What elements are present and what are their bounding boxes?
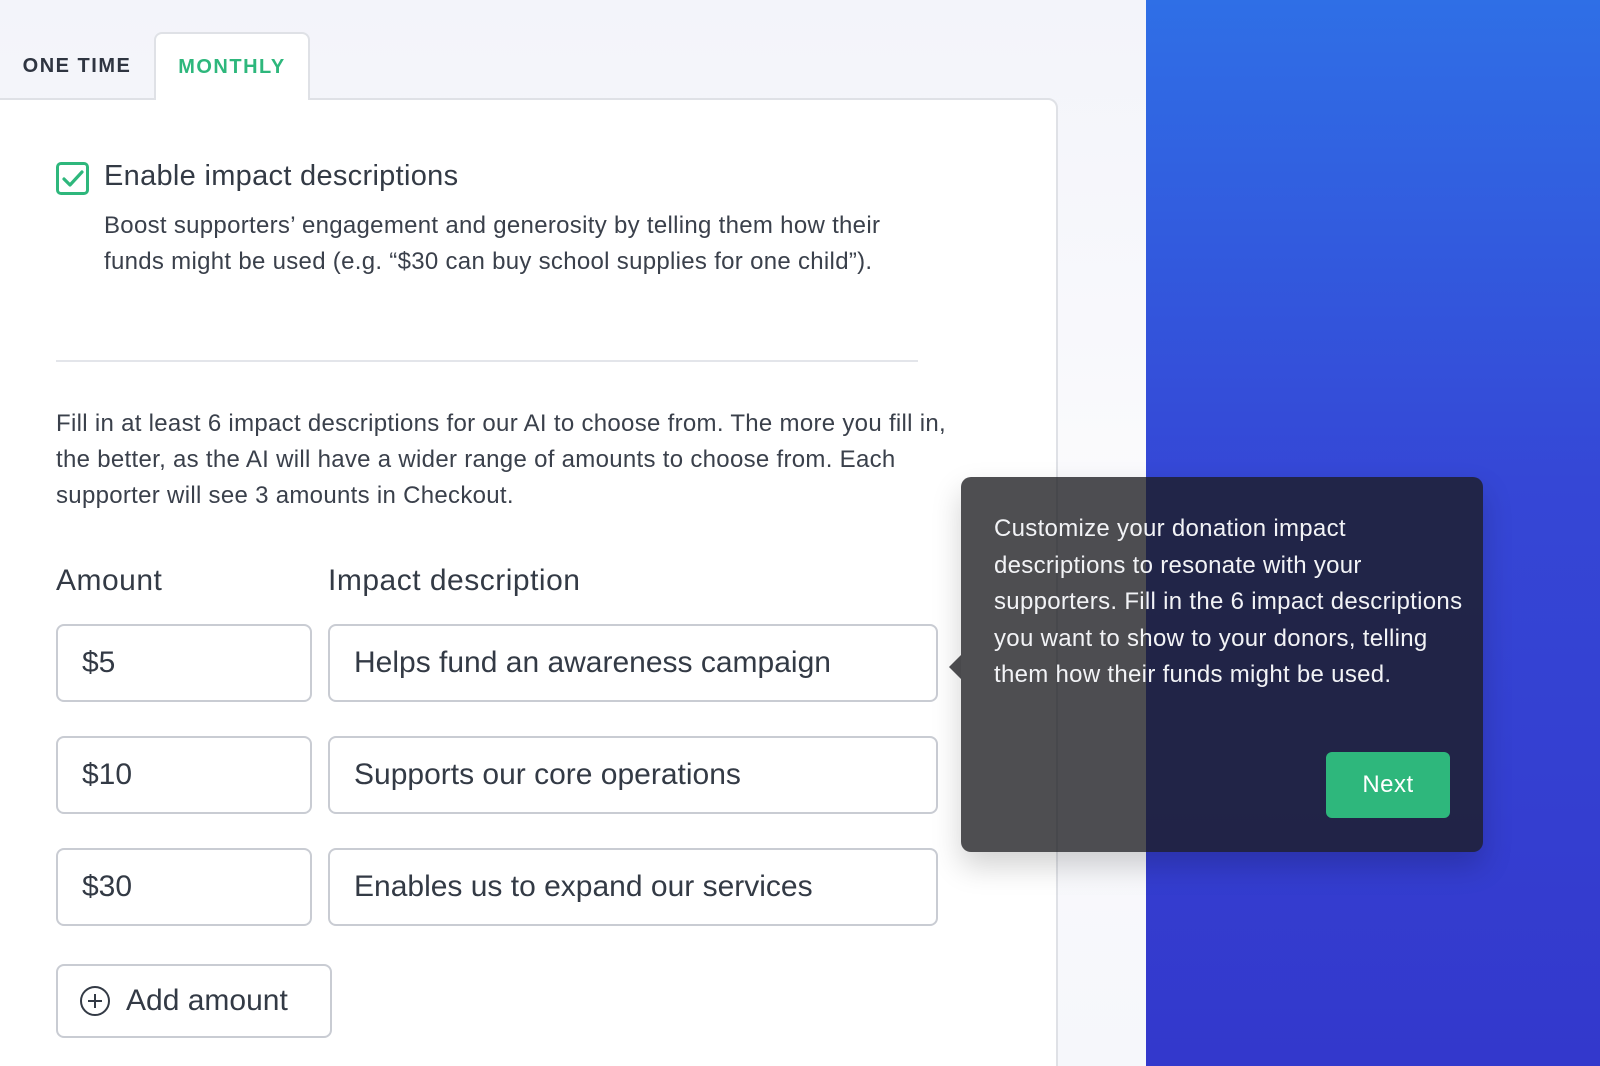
amount-input[interactable]: $5 <box>56 624 312 702</box>
instructions-text: Fill in at least 6 impact descriptions f… <box>56 410 947 509</box>
description-column-header: Impact description <box>328 564 581 597</box>
section-divider <box>56 360 918 362</box>
checkmark-icon <box>61 169 84 187</box>
impact-description-input[interactable]: Helps fund an awareness campaign <box>328 624 938 702</box>
tab-monthly[interactable]: MONTHLY <box>154 32 310 100</box>
impact-description-input[interactable]: Enables us to expand our services <box>328 848 938 926</box>
impact-helper-text: Boost supporters’ engagement and generos… <box>104 212 881 275</box>
enable-impact-checkbox[interactable] <box>56 162 89 195</box>
tab-divider <box>0 98 156 100</box>
enable-impact-label[interactable]: Enable impact descriptions <box>104 160 458 193</box>
next-button[interactable]: Next <box>1326 752 1450 818</box>
plus-circle-icon <box>80 986 110 1016</box>
onboarding-tooltip: Customize your donation impact descripti… <box>949 477 1483 852</box>
add-amount-label: Add amount <box>126 984 288 1017</box>
tooltip-text: Customize your donation impact descripti… <box>994 515 1463 688</box>
amount-column-header: Amount <box>56 564 163 597</box>
amount-input[interactable]: $30 <box>56 848 312 926</box>
amount-input[interactable]: $10 <box>56 736 312 814</box>
tab-one-time[interactable]: ONE TIME <box>0 32 154 100</box>
add-amount-button[interactable]: Add amount <box>56 964 332 1038</box>
tooltip-arrow <box>949 655 961 679</box>
impact-description-input[interactable]: Supports our core operations <box>328 736 938 814</box>
